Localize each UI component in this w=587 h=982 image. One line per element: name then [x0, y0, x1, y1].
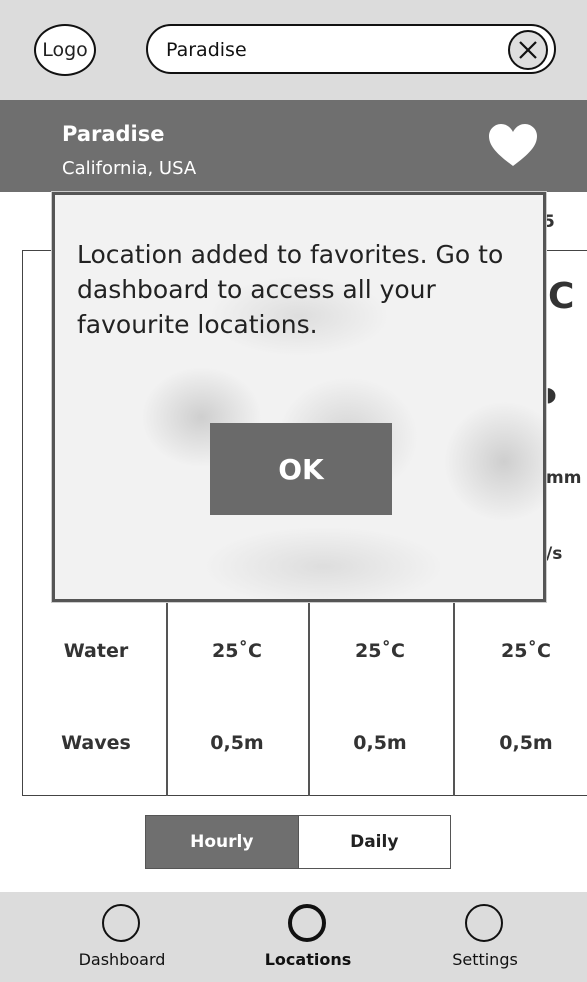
water-temp-cell: 25˚C	[212, 640, 262, 662]
waves-cell: 0,5m	[353, 732, 407, 754]
locations-icon	[288, 904, 326, 942]
nav-label: Locations	[264, 950, 352, 969]
row-label-water: Water	[63, 640, 129, 662]
hourly-toggle[interactable]: Hourly	[146, 816, 298, 868]
ok-button[interactable]: OK	[210, 423, 392, 515]
nav-locations[interactable]: Locations	[233, 892, 383, 982]
grid-line	[22, 795, 587, 796]
nav-settings[interactable]: Settings	[410, 892, 560, 982]
weather-icon: ◗	[546, 382, 557, 406]
water-temp-cell: 25˚C	[355, 640, 405, 662]
top-bar: Logo	[0, 0, 587, 100]
search-input[interactable]	[166, 36, 496, 64]
precipitation-unit: mm	[546, 468, 582, 488]
clear-search-button[interactable]	[508, 30, 548, 70]
bottom-nav: Dashboard Locations Settings	[0, 892, 587, 982]
column-divider	[453, 592, 455, 796]
dashboard-icon	[102, 904, 140, 942]
close-icon	[519, 41, 537, 59]
temperature-unit: C	[548, 276, 575, 317]
water-temp-cell: 25˚C	[501, 640, 551, 662]
location-name: Paradise	[62, 122, 165, 146]
search-box[interactable]	[146, 24, 556, 74]
favorite-added-dialog: Location added to favorites. Go to dashb…	[52, 192, 546, 602]
waves-cell: 0,5m	[499, 732, 553, 754]
location-region: California, USA	[62, 158, 197, 179]
wind-unit: /s	[546, 544, 563, 564]
heart-icon[interactable]	[489, 124, 537, 168]
row-label-waves: Waves	[61, 732, 131, 754]
forecast-toggle: Hourly Daily	[145, 815, 451, 869]
column-divider	[308, 592, 310, 796]
nav-label: Settings	[452, 950, 518, 969]
nav-label: Dashboard	[78, 950, 166, 969]
column-divider	[166, 592, 168, 796]
dialog-message: Location added to favorites. Go to dashb…	[77, 240, 504, 339]
grid-line	[22, 250, 23, 796]
daily-toggle[interactable]: Daily	[297, 816, 450, 868]
nav-dashboard[interactable]: Dashboard	[47, 892, 197, 982]
waves-cell: 0,5m	[210, 732, 264, 754]
settings-icon	[465, 904, 503, 942]
logo[interactable]: Logo	[34, 24, 96, 76]
